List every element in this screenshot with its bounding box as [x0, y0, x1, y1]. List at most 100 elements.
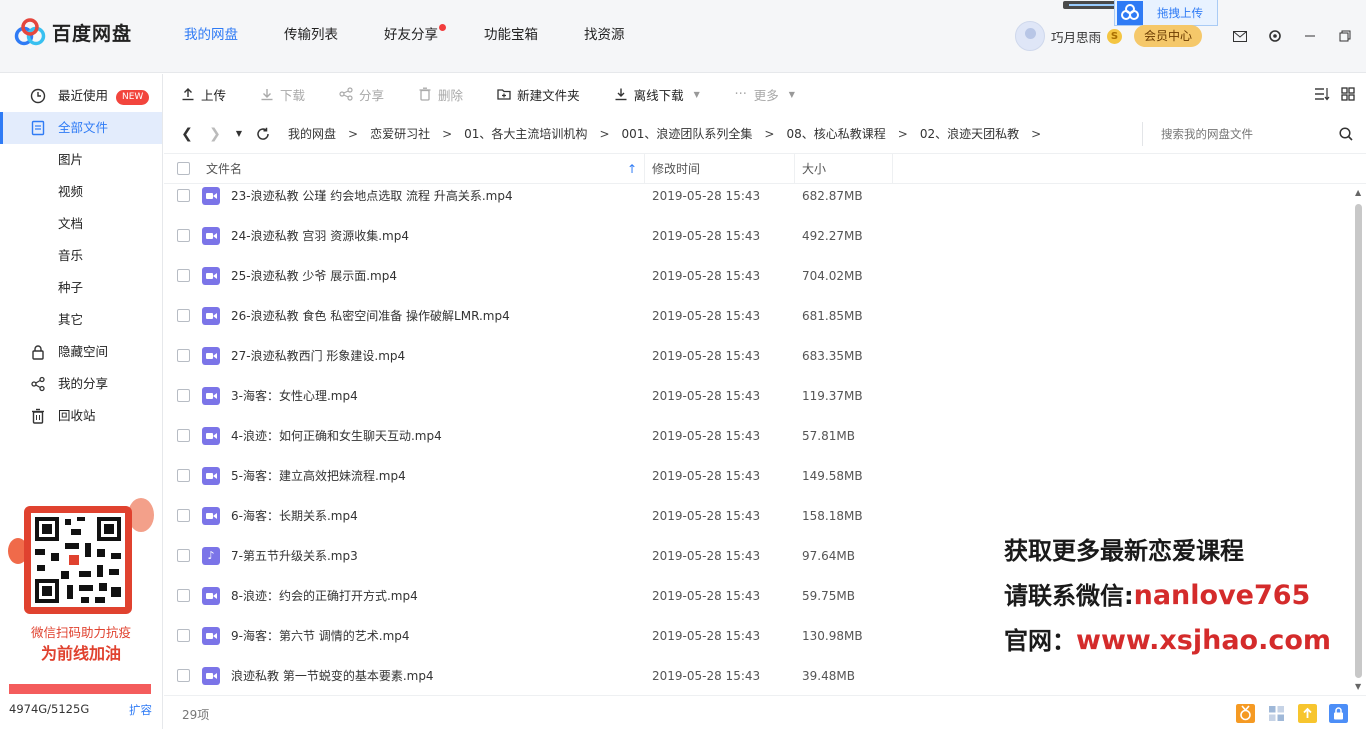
nav-find-resources[interactable]: 找资源 [570, 0, 639, 73]
file-name[interactable]: 25-浪迹私教 少爷 展示面.mp4 [231, 256, 397, 296]
sidebar-sub-docs[interactable]: 文档 [0, 208, 162, 240]
row-checkbox[interactable] [177, 549, 190, 562]
select-all-checkbox[interactable] [177, 162, 190, 175]
file-name[interactable]: 6-海客：长期关系.mp4 [231, 496, 358, 536]
row-checkbox[interactable] [177, 269, 190, 282]
row-checkbox[interactable] [177, 229, 190, 242]
chevron-down-icon[interactable]: ▼ [789, 90, 795, 99]
breadcrumb-item[interactable]: 我的网盘 [288, 125, 336, 142]
file-name[interactable]: 4-浪迹：如何正确和女生聊天互动.mp4 [231, 416, 442, 456]
file-name[interactable]: 23-浪迹私教 公瑾 约会地点选取 流程 升高关系.mp4 [231, 184, 513, 216]
scroll-up-icon[interactable]: ▲ [1355, 188, 1361, 197]
expand-storage-link[interactable]: 扩容 [129, 702, 152, 718]
scroll-down-icon[interactable]: ▼ [1355, 682, 1361, 691]
row-checkbox[interactable] [177, 189, 190, 202]
row-checkbox[interactable] [177, 589, 190, 602]
row-checkbox[interactable] [177, 309, 190, 322]
file-name[interactable]: 9-海客：第六节 调情的艺术.mp4 [231, 616, 410, 656]
table-row[interactable]: 26-浪迹私教 食色 私密空间准备 操作破解LMR.mp4 2019-05-28… [164, 296, 1352, 336]
sidebar-sub-torrents[interactable]: 种子 [0, 272, 162, 304]
search-icon[interactable] [1338, 126, 1354, 142]
breadcrumb-item[interactable]: 08、核心私教课程 [786, 125, 885, 142]
sidebar-sub-music[interactable]: 音乐 [0, 240, 162, 272]
username[interactable]: 巧月思雨 [1051, 27, 1101, 46]
medal-icon[interactable] [1236, 704, 1255, 723]
mail-icon[interactable] [1228, 26, 1252, 46]
offline-download-button[interactable]: 离线下载 ▼ [597, 74, 717, 114]
table-row[interactable]: 25-浪迹私教 少爷 展示面.mp4 2019-05-28 15:43 704.… [164, 256, 1352, 296]
table-row[interactable]: 4-浪迹：如何正确和女生聊天互动.mp4 2019-05-28 15:43 57… [164, 416, 1352, 456]
breadcrumb-item[interactable]: 恋爱研习社 [370, 125, 430, 142]
share-button[interactable]: 分享 [322, 74, 401, 114]
scrollbar-thumb[interactable] [1355, 204, 1362, 678]
vip-center-button[interactable]: 会员中心 [1134, 25, 1203, 47]
refresh-icon[interactable] [254, 125, 272, 143]
sidebar-sub-videos[interactable]: 视频 [0, 176, 162, 208]
apps-grid-icon[interactable] [1267, 704, 1286, 723]
breadcrumb-item[interactable]: 02、浪迹天团私教 [920, 125, 1019, 142]
upload-button[interactable]: 上传 [164, 74, 243, 114]
column-header-modified[interactable]: 修改时间 [652, 154, 700, 184]
sidebar-item-my-share[interactable]: 我的分享 [0, 368, 162, 400]
file-name[interactable]: 7-第五节升级关系.mp3 [231, 536, 358, 576]
table-row[interactable]: 23-浪迹私教 公瑾 约会地点选取 流程 升高关系.mp4 2019-05-28… [164, 184, 1352, 216]
table-row[interactable]: 27-浪迹私教西门 形象建设.mp4 2019-05-28 15:43 683.… [164, 336, 1352, 376]
promo-banner[interactable]: 微信扫码助力抗疫 为前线加油 [8, 498, 154, 664]
chevron-down-icon[interactable]: ▼ [694, 90, 700, 99]
breadcrumb-item[interactable]: 01、各大主流培训机构 [464, 125, 587, 142]
nav-toolbox[interactable]: 功能宝箱 [470, 0, 552, 73]
forward-arrow-icon[interactable]: ❯ [206, 125, 224, 143]
back-arrow-icon[interactable]: ❮ [178, 125, 196, 143]
settings-gear-icon[interactable] [1263, 26, 1287, 46]
nav-transfer-list[interactable]: 传输列表 [270, 0, 352, 73]
more-button[interactable]: ··· 更多 ▼ [717, 74, 812, 114]
table-row[interactable]: 5-海客：建立高效把妹流程.mp4 2019-05-28 15:43 149.5… [164, 456, 1352, 496]
sidebar-item-all-files[interactable]: 全部文件 [0, 112, 162, 144]
delete-button[interactable]: 删除 [401, 74, 480, 114]
sort-icon[interactable] [1314, 86, 1330, 102]
user-area[interactable]: 巧月思雨 S 会员中心 [1015, 21, 1203, 51]
table-row[interactable]: 3-海客：女性心理.mp4 2019-05-28 15:43 119.37MB [164, 376, 1352, 416]
file-name[interactable]: 3-海客：女性心理.mp4 [231, 376, 358, 416]
history-dropdown-icon[interactable]: ▼ [234, 125, 244, 143]
file-name[interactable]: 浪迹私教 第一节蜕变的基本要素.mp4 [231, 656, 434, 695]
nav-friend-share[interactable]: 好友分享 [370, 0, 452, 73]
restore-icon[interactable] [1333, 26, 1357, 46]
nav-my-disk[interactable]: 我的网盘 [170, 0, 252, 73]
row-checkbox[interactable] [177, 669, 190, 682]
breadcrumb-item[interactable]: 001、浪迹团队系列全集 [622, 125, 753, 142]
sidebar-item-recent[interactable]: 最近使用 NEW [0, 80, 162, 112]
file-name[interactable]: 5-海客：建立高效把妹流程.mp4 [231, 456, 406, 496]
coin-icon[interactable]: S [1107, 28, 1123, 44]
app-logo[interactable]: 百度网盘 [14, 18, 132, 46]
minimize-icon[interactable] [1298, 26, 1322, 46]
file-name[interactable]: 24-浪迹私教 宫羽 资源收集.mp4 [231, 216, 409, 256]
column-header-name[interactable]: 文件名 [206, 154, 242, 184]
sidebar-item-recycle-bin[interactable]: 回收站 [0, 400, 162, 432]
row-checkbox[interactable] [177, 469, 190, 482]
lock-icon[interactable] [1329, 704, 1348, 723]
row-checkbox[interactable] [177, 349, 190, 362]
row-checkbox[interactable] [177, 629, 190, 642]
file-name[interactable]: 26-浪迹私教 食色 私密空间准备 操作破解LMR.mp4 [231, 296, 510, 336]
new-folder-button[interactable]: 新建文件夹 [480, 74, 597, 114]
file-name[interactable]: 27-浪迹私教西门 形象建设.mp4 [231, 336, 405, 376]
upload-box-icon[interactable] [1298, 704, 1317, 723]
row-checkbox[interactable] [177, 389, 190, 402]
column-header-size[interactable]: 大小 [802, 154, 826, 184]
grid-view-icon[interactable] [1340, 86, 1356, 102]
vertical-scrollbar[interactable]: ▲ ▼ [1352, 184, 1366, 695]
download-button[interactable]: 下载 [243, 74, 322, 114]
table-row[interactable]: 6-海客：长期关系.mp4 2019-05-28 15:43 158.18MB [164, 496, 1352, 536]
search-input[interactable] [1161, 122, 1331, 146]
sidebar-item-hidden-space[interactable]: 隐藏空间 [0, 336, 162, 368]
avatar[interactable] [1015, 21, 1045, 51]
sort-ascending-icon[interactable]: ↑ [627, 154, 637, 184]
sidebar-sub-other[interactable]: 其它 [0, 304, 162, 336]
file-name[interactable]: 8-浪迹：约会的正确打开方式.mp4 [231, 576, 418, 616]
table-row[interactable]: 24-浪迹私教 宫羽 资源收集.mp4 2019-05-28 15:43 492… [164, 216, 1352, 256]
table-row[interactable]: 浪迹私教 第一节蜕变的基本要素.mp4 2019-05-28 15:43 39.… [164, 656, 1352, 695]
row-checkbox[interactable] [177, 429, 190, 442]
sidebar-sub-images[interactable]: 图片 [0, 144, 162, 176]
row-checkbox[interactable] [177, 509, 190, 522]
